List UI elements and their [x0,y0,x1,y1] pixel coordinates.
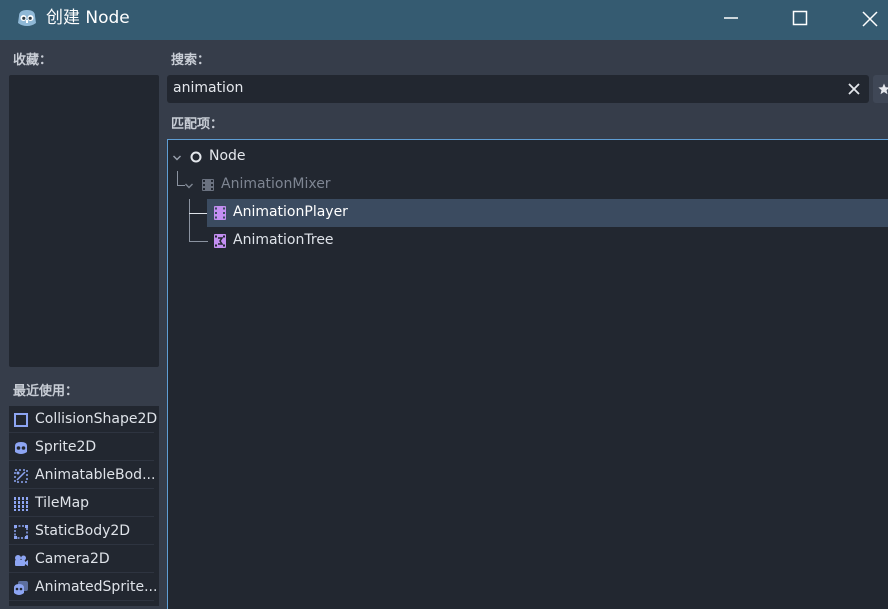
animatable-body-icon [14,469,28,483]
close-button[interactable] [836,0,888,36]
recent-item-label: AnimatableBod... [35,467,156,483]
maximize-icon [792,10,808,26]
animated-sprite-icon [14,581,28,595]
tree-guide-line [189,213,208,214]
recent-item-sprite2d[interactable]: Sprite2D [9,434,154,461]
tree-item-label: AnimationPlayer [233,204,348,220]
sprite-icon [15,442,27,454]
godot-icon [18,10,36,26]
tree-item-label: Node [209,148,246,164]
recent-item-tilemap[interactable]: TileMap [9,490,154,517]
camera-icon [15,555,28,566]
tree-item-animationtree[interactable]: AnimationTree [207,227,888,255]
static-body-icon [14,525,28,539]
chevron-down-icon[interactable] [172,153,182,163]
tree-guide-line [189,199,190,242]
search-label: 搜索： [171,53,211,68]
clear-search-button[interactable] [847,82,861,96]
matches-tree: Node AnimationMixer AnimationPlayer Anim… [167,139,888,609]
tree-item-animationplayer[interactable]: AnimationPlayer [207,199,888,227]
matches-label: 匹配项： [171,117,224,132]
animation-tree-icon [214,234,226,248]
maximize-button[interactable] [765,0,835,36]
recent-item-collisionshape2d[interactable]: CollisionShape2D [9,406,158,433]
chevron-down-icon[interactable] [184,181,194,191]
recent-item-label: AnimatedSprite... [35,579,158,595]
tree-item-node[interactable]: Node [168,143,888,171]
animation-player-icon [214,206,226,220]
recent-item-camera2d[interactable]: Camera2D [9,546,154,573]
title-bar: 创建 Node [0,0,888,40]
recent-item-label: TileMap [35,495,90,511]
star-icon [878,83,888,95]
close-icon [862,11,878,27]
tree-item-label: AnimationMixer [221,176,331,192]
tree-item-label: AnimationTree [233,232,334,248]
tree-item-animationmixer[interactable]: AnimationMixer [168,171,888,199]
recent-item-staticbody2d[interactable]: StaticBody2D [9,518,154,545]
tilemap-icon [13,497,29,511]
animation-mixer-icon [202,179,214,191]
recent-item-label: CollisionShape2D [35,411,158,427]
search-input[interactable]: animation [167,75,869,103]
recent-item-label: Sprite2D [35,439,97,455]
recent-item-label: StaticBody2D [35,523,131,539]
favorites-list[interactable] [9,75,159,367]
window-title: 创建 Node [46,8,130,28]
favorites-label: 收藏： [13,53,53,68]
node-circle-icon [190,151,202,163]
recent-list: CollisionShape2D Sprite2D AnimatableBod.… [9,406,159,606]
favorite-toggle-button[interactable] [873,75,888,103]
minimize-icon [724,17,738,19]
recent-item-animatablebody[interactable]: AnimatableBod... [9,462,156,489]
search-input-value: animation [173,80,244,96]
recent-item-label: Camera2D [35,551,110,567]
collision-shape-icon [14,413,28,427]
tree-guide-line [189,241,208,242]
recent-item-animatedsprite[interactable]: AnimatedSprite... [9,574,158,601]
minimize-button[interactable] [696,0,766,36]
recent-label: 最近使用： [13,384,79,399]
